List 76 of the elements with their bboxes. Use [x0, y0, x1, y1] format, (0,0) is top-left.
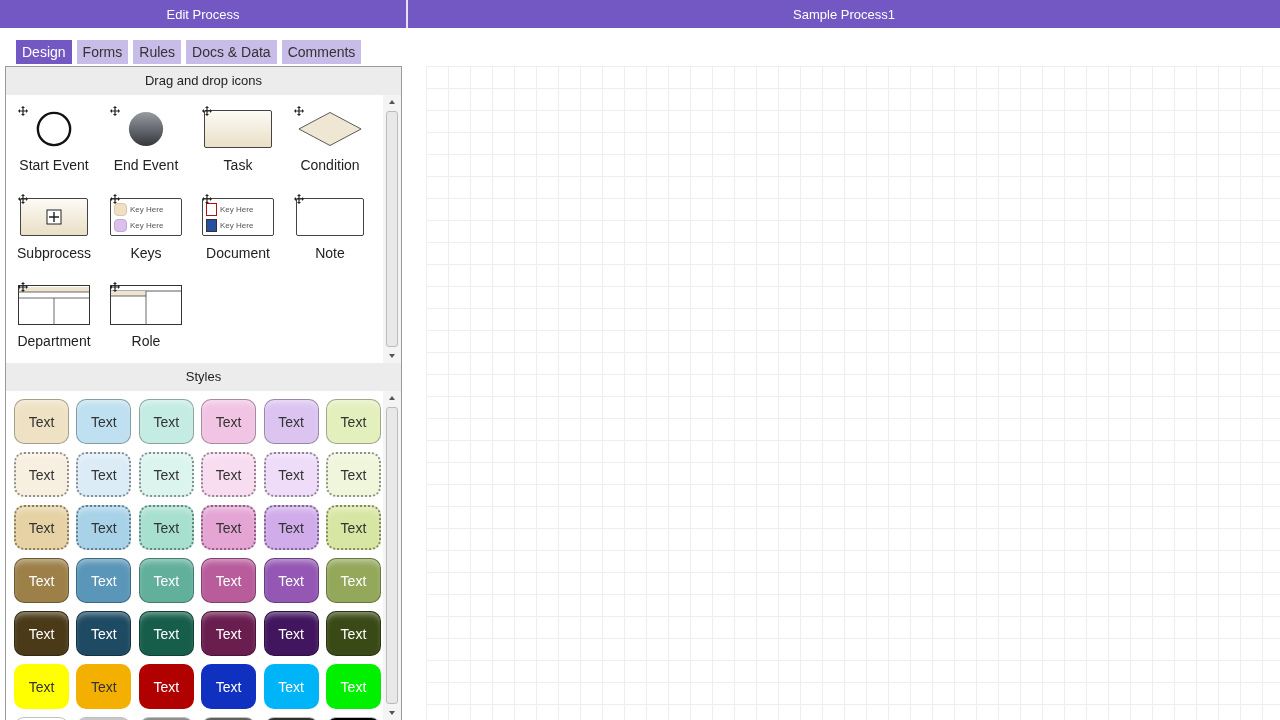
- move-icon: [110, 106, 120, 116]
- document-icon[interactable]: Key Here Key Here: [202, 198, 274, 236]
- scrollbar[interactable]: [383, 391, 401, 720]
- style-swatch[interactable]: Text: [263, 399, 319, 444]
- move-icon: [18, 194, 28, 204]
- style-swatch[interactable]: Text: [201, 611, 257, 656]
- icon-label: Keys: [130, 245, 162, 261]
- process-title: Sample Process1: [792, 6, 896, 24]
- move-icon: [110, 194, 120, 204]
- style-swatch[interactable]: Text: [201, 664, 257, 709]
- move-icon: [18, 282, 28, 292]
- scroll-up-icon[interactable]: [388, 395, 396, 401]
- style-swatch[interactable]: Text: [14, 452, 69, 497]
- tab[interactable]: Docs & Data: [186, 40, 277, 64]
- icon-label: Role: [131, 333, 161, 349]
- scroll-down-icon[interactable]: [388, 353, 396, 359]
- style-swatch[interactable]: Text: [14, 399, 69, 444]
- style-swatch[interactable]: Text: [201, 399, 257, 444]
- tab[interactable]: Forms: [76, 40, 129, 64]
- style-swatch[interactable]: Text: [325, 452, 381, 497]
- style-swatch[interactable]: Text: [14, 505, 69, 550]
- scroll-up-icon[interactable]: [388, 99, 396, 105]
- icon-label: Department: [17, 333, 91, 349]
- scrollbar[interactable]: [383, 95, 401, 363]
- move-icon: [202, 194, 212, 204]
- style-swatch[interactable]: Text: [201, 558, 257, 603]
- style-swatch[interactable]: Text: [138, 611, 194, 656]
- style-swatch[interactable]: Text: [201, 452, 257, 497]
- icon-label: End Event: [113, 157, 179, 173]
- style-swatch[interactable]: Text: [325, 505, 381, 550]
- table-icon[interactable]: [18, 285, 90, 325]
- style-swatch[interactable]: Text: [138, 452, 194, 497]
- keys-icon[interactable]: Key Here Key Here: [110, 198, 182, 236]
- icon-label: Note: [315, 245, 345, 261]
- style-swatch[interactable]: Text: [76, 664, 132, 709]
- style-swatch[interactable]: Text: [138, 399, 194, 444]
- move-icon: [202, 106, 212, 116]
- tab[interactable]: Comments: [281, 40, 362, 64]
- panel-title: Edit Process: [0, 0, 408, 28]
- tab[interactable]: Rules: [133, 40, 182, 64]
- style-swatch[interactable]: Text: [263, 505, 319, 550]
- style-swatch[interactable]: Text: [263, 558, 319, 603]
- icon-label: Document: [206, 245, 270, 261]
- move-icon: [294, 194, 304, 204]
- style-swatch[interactable]: Text: [263, 452, 319, 497]
- move-icon: [18, 106, 28, 116]
- icon-label: Task: [223, 157, 253, 173]
- circle-icon[interactable]: [35, 110, 73, 148]
- icon-label: Start Event: [19, 157, 89, 173]
- style-swatch[interactable]: Text: [263, 611, 319, 656]
- circle-icon[interactable]: [127, 110, 165, 148]
- style-swatch[interactable]: Text: [76, 452, 132, 497]
- subprocess-icon[interactable]: [20, 198, 88, 236]
- icon-label: Subprocess: [17, 245, 91, 261]
- style-swatch[interactable]: Text: [76, 611, 132, 656]
- style-swatch[interactable]: Text: [14, 664, 69, 709]
- diamond-icon[interactable]: [296, 109, 364, 149]
- style-swatch[interactable]: Text: [325, 611, 381, 656]
- icon-label: Condition: [300, 157, 360, 173]
- section-header: Drag and drop icons: [6, 67, 401, 95]
- scroll-down-icon[interactable]: [388, 710, 396, 716]
- section-header: Styles: [6, 363, 401, 391]
- move-icon: [294, 106, 304, 116]
- style-swatch[interactable]: Text: [325, 399, 381, 444]
- style-swatch[interactable]: Text: [14, 558, 69, 603]
- style-swatch[interactable]: Text: [138, 664, 194, 709]
- style-swatch[interactable]: Text: [138, 505, 194, 550]
- style-swatch[interactable]: Text: [201, 505, 257, 550]
- style-swatch[interactable]: Text: [14, 611, 69, 656]
- style-swatch[interactable]: Text: [76, 399, 132, 444]
- table-icon[interactable]: [110, 285, 182, 325]
- style-swatch[interactable]: Text: [76, 505, 132, 550]
- note-icon[interactable]: [296, 198, 364, 236]
- move-icon: [110, 282, 120, 292]
- task-icon[interactable]: [204, 110, 272, 148]
- tab[interactable]: Design: [16, 40, 72, 64]
